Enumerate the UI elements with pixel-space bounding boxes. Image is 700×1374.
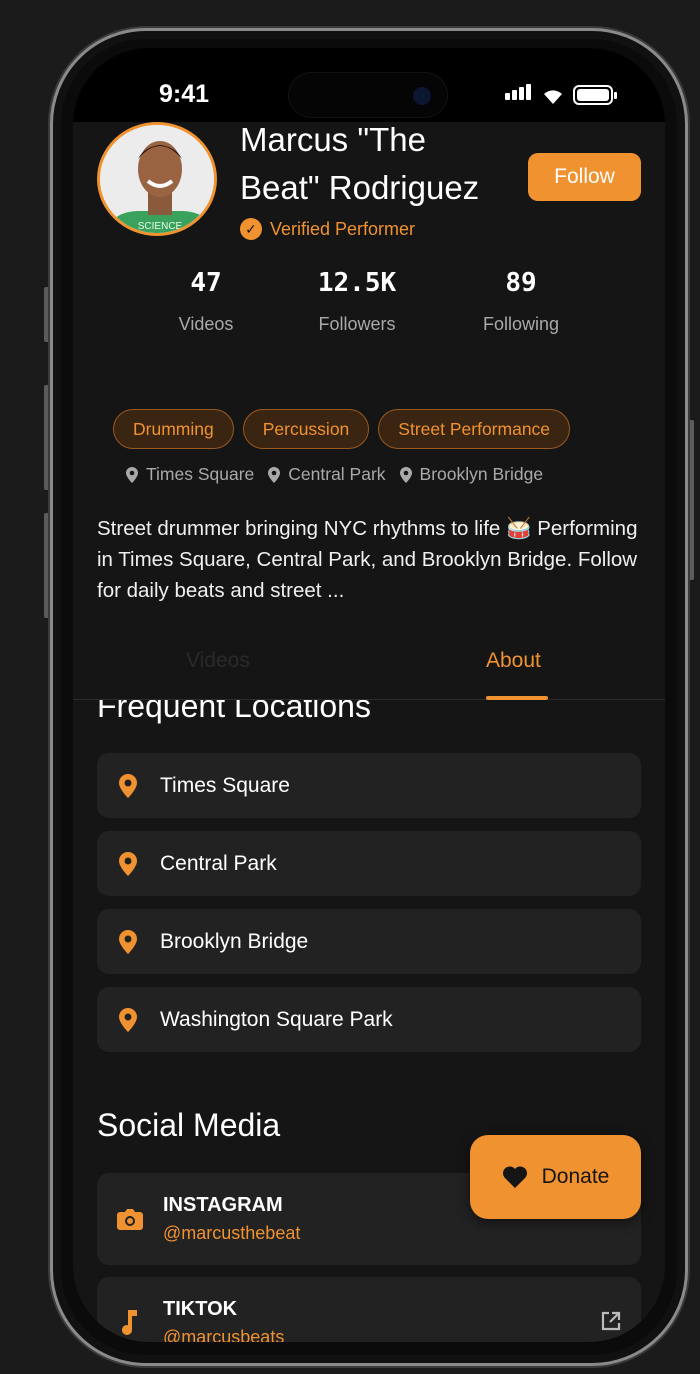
avatar-shirt-text: SCIENCE — [138, 221, 183, 232]
stat-label: Followers — [318, 314, 396, 334]
location-name: Central Park — [160, 851, 277, 875]
frequent-locations-list: Times Square Central Park Brooklyn Bridg… — [97, 753, 641, 1065]
location-card[interactable]: Brooklyn Bridge — [97, 909, 641, 974]
verified-label: Verified Performer — [270, 218, 416, 239]
location-pin-icon — [399, 466, 412, 483]
power-button — [688, 420, 694, 580]
location-pin-icon — [119, 1007, 137, 1032]
verified-badge: ✓ Verified Performer — [240, 218, 415, 240]
dynamic-island — [288, 72, 448, 118]
location-pin-icon — [119, 773, 137, 798]
header-location-label: Times Square — [146, 464, 255, 484]
status-icons — [505, 84, 617, 105]
location-card[interactable]: Washington Square Park — [97, 987, 641, 1052]
avatar-photo: SCIENCE — [100, 125, 214, 233]
header-locations: Times Square Central Park Brooklyn Bridg… — [126, 464, 543, 485]
social-text: TIKTOK @marcusbeats — [163, 1298, 284, 1342]
social-card-tiktok[interactable]: TIKTOK @marcusbeats — [97, 1277, 641, 1342]
tag-percussion[interactable]: Percussion — [242, 409, 370, 449]
stat-value: 47 — [190, 268, 222, 298]
location-pin-icon — [119, 929, 137, 954]
profile-name: Marcus "The Beat" Rodriguez — [240, 122, 480, 206]
music-note-icon — [117, 1310, 143, 1336]
social-handle[interactable]: @marcusbeats — [163, 1327, 284, 1342]
camera-dot — [413, 87, 431, 105]
stat-label: Videos — [178, 314, 234, 334]
heart-icon — [502, 1166, 527, 1188]
battery-icon — [573, 85, 617, 105]
location-card[interactable]: Times Square — [97, 753, 641, 818]
location-name: Times Square — [160, 773, 290, 797]
tag-drumming[interactable]: Drumming — [113, 409, 234, 449]
signal-icon — [505, 84, 533, 105]
stat-label: Following — [482, 314, 560, 334]
follow-button[interactable]: Follow — [528, 153, 641, 201]
verified-check-icon: ✓ — [240, 218, 262, 240]
location-name: Brooklyn Bridge — [160, 929, 309, 953]
social-platform: INSTAGRAM — [163, 1194, 283, 1216]
stat-value: 12.5K — [317, 268, 397, 298]
location-pin-icon — [119, 851, 137, 876]
camera-icon — [117, 1208, 143, 1230]
tab-videos[interactable]: Videos — [186, 649, 250, 673]
screen: 9:41 SCIENCE Marcus "The Beat" Rodriguez… — [73, 48, 665, 1342]
profile-content: SCIENCE Marcus "The Beat" Rodriguez ✓ Ve… — [73, 122, 665, 1342]
stat-following[interactable]: 89 Following — [456, 268, 586, 335]
donate-label: Donate — [541, 1165, 610, 1188]
avatar[interactable]: SCIENCE — [97, 122, 217, 236]
location-pin-icon — [126, 466, 138, 483]
header-location: Brooklyn Bridge — [399, 464, 544, 485]
header-location-label: Central Park — [288, 464, 386, 484]
social-handle[interactable]: @marcusthebeat — [163, 1223, 300, 1244]
wifi-icon — [544, 90, 562, 104]
genre-tags: Drumming Percussion Street Performance — [113, 409, 571, 449]
location-pin-icon — [268, 466, 281, 483]
bio-text: Street drummer bringing NYC rhythms to l… — [97, 517, 638, 602]
status-bar: 9:41 — [73, 48, 665, 122]
donate-button[interactable]: Donate — [470, 1135, 641, 1219]
social-platform: TIKTOK — [163, 1298, 238, 1320]
social-media-title: Social Media — [97, 1107, 281, 1143]
location-card[interactable]: Central Park — [97, 831, 641, 896]
social-text: INSTAGRAM @marcusthebeat — [163, 1194, 300, 1244]
external-link-icon[interactable] — [601, 1311, 621, 1331]
tab-about[interactable]: About — [486, 649, 541, 673]
status-time: 9:41 — [159, 80, 210, 108]
stat-value: 89 — [505, 268, 537, 298]
stat-videos[interactable]: 47 Videos — [141, 268, 271, 335]
active-tab-indicator — [486, 696, 548, 700]
profile-tabs: Videos About — [73, 626, 665, 700]
header-location: Times Square — [126, 464, 254, 485]
header-location-label: Brooklyn Bridge — [419, 464, 544, 484]
tag-street-performance[interactable]: Street Performance — [378, 409, 571, 449]
location-name: Washington Square Park — [160, 1007, 393, 1031]
header-location: Central Park — [268, 464, 386, 485]
stat-followers[interactable]: 12.5K Followers — [292, 268, 422, 335]
